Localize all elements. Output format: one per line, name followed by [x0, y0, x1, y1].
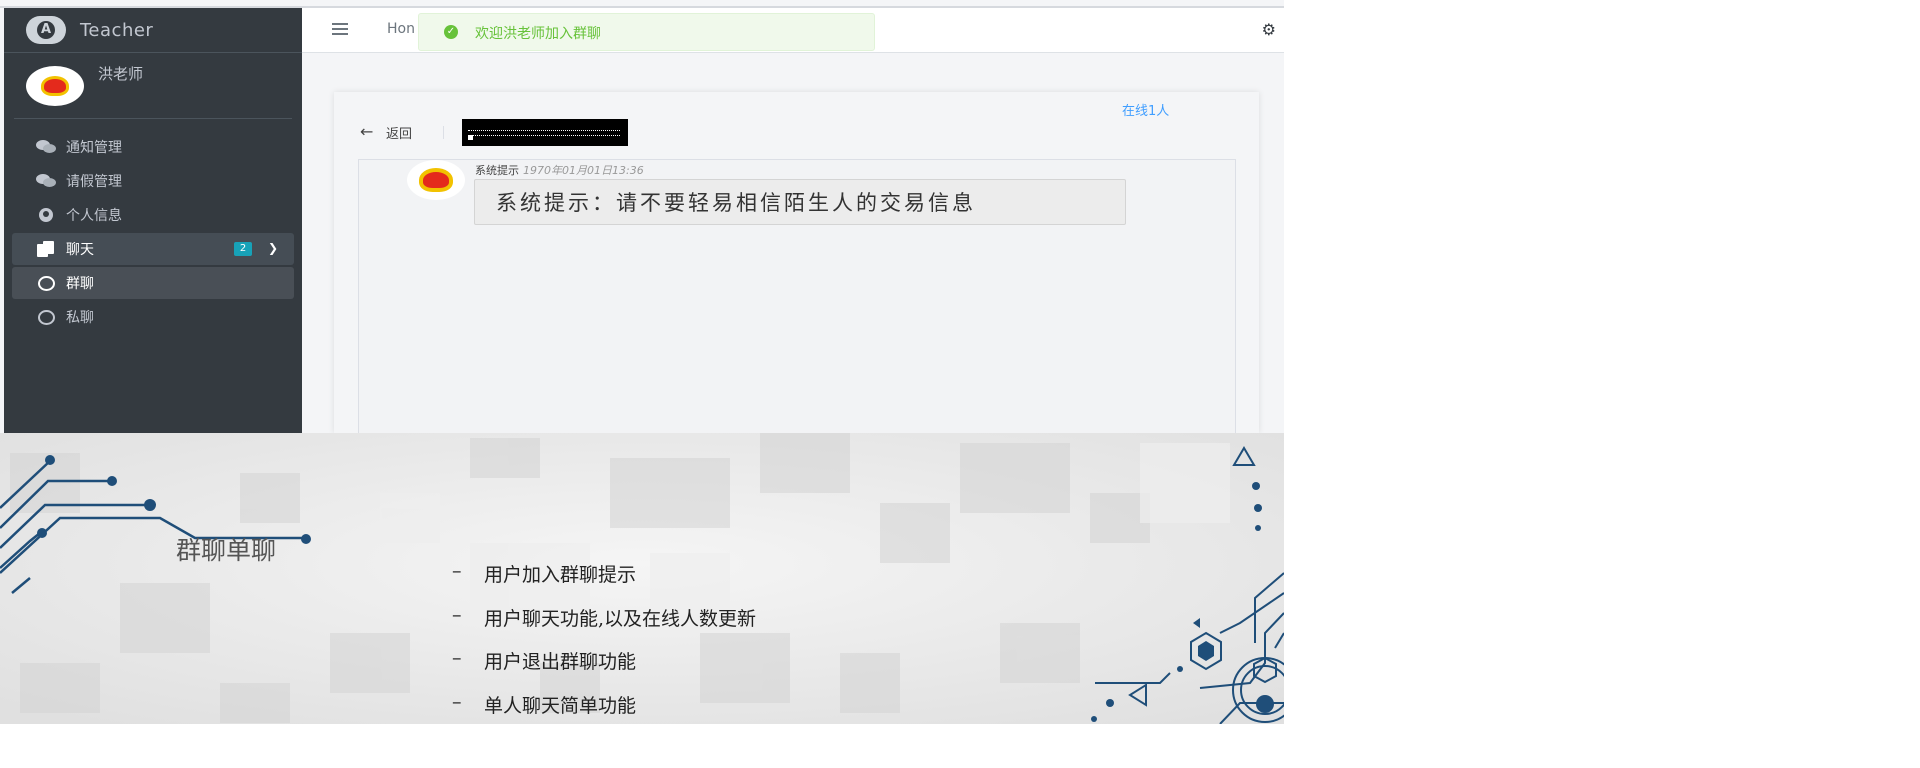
sidebar-item-label: 通知管理 [66, 140, 122, 156]
list-item: – 用户加入群聊提示 [452, 560, 756, 604]
sidebar-item-notice[interactable]: 通知管理 [12, 131, 294, 163]
redacted-title [462, 119, 628, 146]
bullet-text: 用户退出群聊功能 [484, 651, 637, 673]
sidebar-item-private-chat[interactable]: 私聊 [12, 301, 294, 333]
sidebar-item-label: 个人信息 [66, 208, 122, 224]
sidebar-item-label: 聊天 [66, 242, 94, 258]
sender-avatar [407, 160, 465, 200]
bullet-text: 单人聊天简单功能 [484, 694, 637, 717]
sidebar-nav: 通知管理 请假管理 个人信息 聊天 2 ❯ 群聊 私聊 [4, 119, 302, 333]
admin-screenshot: A Teacher 洪老师 通知管理 请假管理 个人信息 聊天 2 ❯ 群聊 私… [0, 0, 1284, 433]
user-circle-icon [36, 208, 56, 222]
success-toast: ✓ 欢迎洪老师加入群聊 [418, 13, 875, 51]
message-meta: 系统提示 1970年01月01日13:36 [475, 162, 644, 178]
user-name[interactable]: 洪老师 [98, 63, 143, 84]
message-bubble: 系统提示：请不要轻易相信陌生人的交易信息 [474, 179, 1126, 225]
bullet-dash: – [452, 560, 462, 582]
circle-icon [36, 275, 56, 291]
bullet-list: – 用户加入群聊提示 – 用户聊天功能,以及在线人数更新 – 用户退出群聊功能 – 单人… [452, 560, 756, 724]
gear-icon[interactable]: ⚙ [1262, 20, 1276, 39]
sidebar-item-label: 群聊 [66, 276, 94, 292]
bullet-dash: – [452, 647, 462, 669]
sidebar: A Teacher 洪老师 通知管理 请假管理 个人信息 聊天 2 ❯ 群聊 私… [4, 8, 302, 433]
chat-card: ← 返回 在线1人 系统提示 1970年01月01日13:36 系统提示：请不要轻… [334, 92, 1259, 433]
menu-toggle-icon[interactable] [332, 23, 348, 35]
list-item: – 单人聊天简单功能 [452, 691, 756, 725]
online-count: 在线1人 [1122, 104, 1170, 119]
sidebar-item-label: 私聊 [66, 310, 94, 326]
comments-icon [36, 140, 56, 154]
list-item: – 用户聊天功能,以及在线人数更新 [452, 604, 756, 648]
message-list[interactable]: 系统提示 1970年01月01日13:36 系统提示：请不要轻易相信陌生人的交易信… [358, 159, 1236, 433]
brand-logo-icon: A [26, 16, 66, 44]
chevron-down-icon[interactable]: ❯ [268, 241, 278, 255]
sidebar-item-group-chat[interactable]: 群聊 [12, 267, 294, 299]
bullet-dash: – [452, 690, 462, 713]
bullet-dash: – [452, 603, 462, 626]
avatar [26, 65, 84, 106]
circle-icon [36, 309, 56, 325]
bullet-text: 用户加入群聊提示 [484, 564, 637, 586]
message-sender: 系统提示 [475, 164, 519, 177]
divider [443, 126, 444, 139]
sidebar-item-leave[interactable]: 请假管理 [12, 165, 294, 197]
copy-icon [36, 241, 56, 257]
check-circle-icon: ✓ [444, 25, 458, 39]
screenshot-canvas: A Teacher 洪老师 通知管理 请假管理 个人信息 聊天 2 ❯ 群聊 私… [0, 0, 1284, 724]
list-item: – 用户退出群聊功能 [452, 647, 756, 691]
user-panel: 洪老师 [14, 53, 292, 119]
message-time: 1970年01月01日13:36 [523, 164, 644, 177]
unread-badge: 2 [234, 242, 252, 256]
arrow-left-icon[interactable]: ← [360, 122, 373, 141]
brand-text: Teacher [80, 19, 154, 41]
sidebar-item-profile[interactable]: 个人信息 [12, 199, 294, 231]
comments-icon [36, 174, 56, 188]
presentation-slide: 群聊单聊 – 用户加入群聊提示 – 用户聊天功能,以及在线人数更新 – 用户退出群聊功… [0, 433, 1284, 724]
back-button[interactable]: 返回 [386, 123, 412, 142]
slide-title: 群聊单聊 [176, 536, 277, 565]
breadcrumb[interactable]: Hon [387, 21, 415, 37]
sidebar-item-chat[interactable]: 聊天 2 ❯ [12, 233, 294, 265]
toast-message: 欢迎洪老师加入群聊 [475, 26, 601, 42]
sidebar-item-label: 请假管理 [66, 174, 122, 190]
brand-link[interactable]: A Teacher [4, 8, 302, 53]
bullet-text: 用户聊天功能,以及在线人数更新 [484, 607, 757, 630]
